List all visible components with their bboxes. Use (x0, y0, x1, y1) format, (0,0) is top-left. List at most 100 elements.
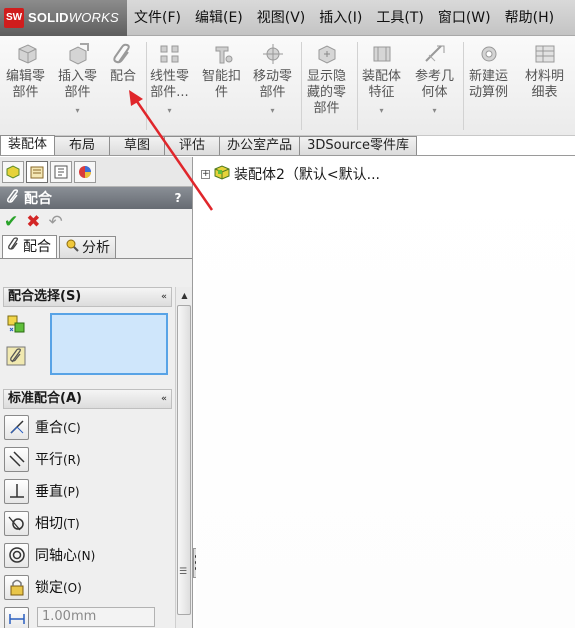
group-title[interactable]: 配合选择(S) « (3, 287, 172, 307)
scrollbar[interactable]: ▲ ☰ (175, 287, 192, 628)
smart-fasteners-icon (209, 42, 235, 66)
tab-3dsource[interactable]: 3DSource零件库 (299, 136, 418, 155)
mate-lock[interactable]: 锁定(O) (4, 573, 82, 601)
group-title[interactable]: 标准配合(A) « (3, 389, 172, 409)
toolbar-separator (357, 42, 358, 130)
distance-icon (4, 606, 29, 628)
bill-of-materials-button[interactable]: 材料明 细表 (525, 42, 564, 101)
paperclip-icon (6, 189, 20, 207)
solidworks-window: SW SOLIDWORKS 文件(F) 编辑(E) 视图(V) 插入(I) 工具… (0, 0, 575, 628)
graphics-area[interactable]: + 装配体2（默认<默认... (196, 157, 575, 628)
tab-mate[interactable]: 配合 (2, 235, 57, 258)
ok-button[interactable]: ✔ (4, 212, 18, 232)
menu-tools[interactable]: 工具(T) (369, 0, 430, 36)
reference-geometry-button[interactable]: 参考几 何体 ▾ (415, 42, 454, 119)
paperclip-icon (110, 42, 136, 66)
paperclip-icon (5, 345, 27, 367)
mate-selection-box[interactable] (50, 313, 168, 375)
expand-icon[interactable]: + (201, 169, 210, 179)
collapse-icon: « (161, 394, 167, 404)
gear-icon (476, 42, 502, 66)
assembly-label: 装配体2（默认<默认... (234, 167, 380, 183)
smart-fasteners-button[interactable]: 智能扣 件 (202, 42, 241, 101)
menu-edit[interactable]: 编辑(E) (188, 0, 250, 36)
move-component-icon (260, 42, 286, 66)
tab-assembly[interactable]: 装配体 (0, 135, 56, 155)
new-motion-study-button[interactable]: 新建运 动算例 (469, 42, 508, 101)
menu-view[interactable]: 视图(V) (250, 0, 313, 36)
chevron-down-icon: ▾ (75, 106, 80, 115)
command-tabs: 装配体 布局 草图 评估 办公室产品 3DSource零件库 (0, 135, 575, 156)
manager-tabs (0, 157, 192, 187)
analysis-icon (65, 238, 79, 258)
menu-file[interactable]: 文件(F) (127, 0, 188, 36)
toolbar-separator (301, 42, 302, 130)
assembly-tree-node[interactable]: + 装配体2（默认<默认... (201, 164, 380, 184)
mate-parallel[interactable]: 平行(R) (4, 445, 81, 473)
property-manager-icon (30, 166, 44, 178)
menu-bar: SW SOLIDWORKS 文件(F) 编辑(E) 视图(V) 插入(I) 工具… (0, 0, 575, 36)
color-wheel-icon (79, 165, 91, 178)
assembly-features-button[interactable]: 装配体 特征 ▾ (362, 42, 401, 119)
collapse-icon: « (161, 292, 167, 302)
insert-component-icon (65, 42, 91, 66)
mate-tangent[interactable]: 相切(T) (4, 509, 80, 537)
display-manager-tab[interactable] (74, 160, 96, 183)
property-manager-actions: ✔ ✖ ↶ (0, 209, 192, 235)
help-icon[interactable]: ? (170, 190, 186, 206)
tangent-icon (4, 510, 29, 536)
solidworks-logo[interactable]: SW SOLIDWORKS (0, 0, 127, 36)
feature-manager-tab[interactable] (2, 160, 24, 183)
property-manager-header: 配合 ? (0, 187, 192, 209)
reference-geometry-icon (422, 42, 448, 66)
lock-icon (4, 574, 29, 600)
mate-distance[interactable] (4, 605, 29, 628)
show-hidden-components-button[interactable]: 显示隐 藏的零 部件 (307, 42, 346, 117)
configuration-icon (54, 165, 68, 178)
mate-subtabs: 配合 分析 (0, 235, 192, 259)
distance-field[interactable]: 1.00mm (37, 607, 155, 627)
mate-entities-icon (5, 313, 27, 335)
mate-button[interactable]: 配合 (110, 42, 136, 85)
tab-layout[interactable]: 布局 (54, 136, 111, 155)
table-icon (532, 42, 558, 66)
sw-logo-icon: SW (4, 7, 24, 28)
menu-window[interactable]: 窗口(W) (431, 0, 498, 36)
undo-button[interactable]: ↶ (49, 212, 63, 232)
mate-concentric[interactable]: 同轴心(N) (4, 541, 95, 569)
cancel-button[interactable]: ✖ (26, 212, 40, 232)
mate-perpendicular[interactable]: 垂直(P) (4, 477, 80, 505)
linear-pattern-button[interactable]: 线性零 部件... ▾ (150, 42, 189, 119)
configuration-manager-tab[interactable] (50, 160, 72, 183)
paperclip-icon (8, 237, 20, 257)
chevron-down-icon: ▾ (270, 106, 275, 115)
insert-component-button[interactable]: 插入零 部件 ▾ (58, 42, 97, 119)
chevron-down-icon: ▾ (379, 106, 384, 115)
property-manager-panel: 配合 ? ✔ ✖ ↶ 配合 分析 配合选择(S) « 标准配合(A) « 重合(… (0, 157, 193, 628)
scroll-up-icon[interactable]: ▲ (176, 287, 192, 304)
menu-help[interactable]: 帮助(H) (498, 0, 561, 36)
toolbar-separator (146, 42, 147, 130)
toolbar-separator (463, 42, 464, 130)
chevron-down-icon: ▾ (432, 106, 437, 115)
parallel-icon (4, 446, 29, 472)
property-manager-tab[interactable] (26, 160, 48, 183)
tab-sketch[interactable]: 草图 (109, 136, 166, 155)
mate-selection-group: 配合选择(S) « (3, 287, 172, 307)
tab-analysis[interactable]: 分析 (59, 236, 116, 258)
menu-insert[interactable]: 插入(I) (312, 0, 369, 36)
linear-pattern-icon (157, 42, 183, 66)
assembly-icon (213, 164, 231, 184)
tab-office-products[interactable]: 办公室产品 (219, 136, 301, 155)
edit-component-icon (13, 42, 39, 66)
tab-evaluate[interactable]: 评估 (164, 136, 221, 155)
assembly-features-icon (369, 42, 395, 66)
command-manager: 编辑零 部件 插入零 部件 ▾ 配合 线性零 部件... ▾ 智能扣 件 移动零… (0, 36, 575, 136)
move-component-button[interactable]: 移动零 部件 ▾ (253, 42, 292, 119)
mate-coincident[interactable]: 重合(C) (4, 413, 81, 441)
page-title: 配合 (24, 191, 52, 207)
show-hidden-icon (314, 42, 340, 66)
edit-component-button[interactable]: 编辑零 部件 (6, 42, 45, 101)
feature-tree-icon (6, 164, 20, 179)
concentric-icon (4, 542, 29, 568)
